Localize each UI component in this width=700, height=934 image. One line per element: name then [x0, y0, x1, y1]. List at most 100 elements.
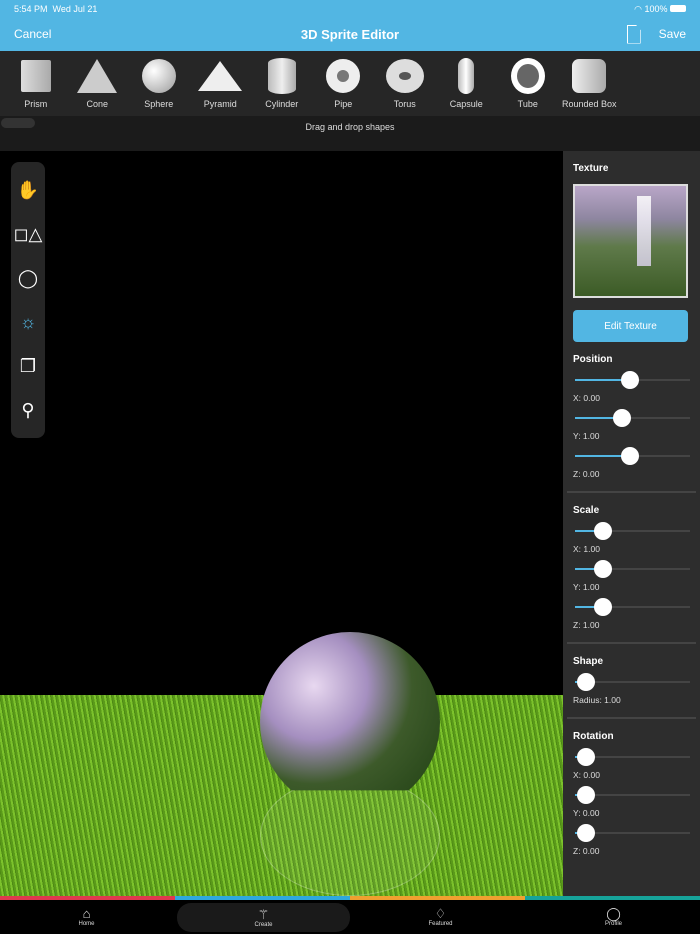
- position-z-value: Z: 0.00: [573, 469, 600, 479]
- rotation-title: Rotation: [573, 731, 614, 742]
- shape-pyramid[interactable]: Pyramid: [190, 51, 252, 116]
- scene-viewport[interactable]: [0, 151, 563, 896]
- position-y-slider[interactable]: [573, 407, 690, 429]
- tab-profile[interactable]: ◯ Profile: [527, 900, 700, 934]
- texture-title: Texture: [573, 163, 609, 174]
- tab-create[interactable]: ⚚ Create: [177, 903, 350, 932]
- shape-pipe[interactable]: Pipe: [313, 51, 375, 116]
- divider: [567, 642, 696, 644]
- shape-rounded-box[interactable]: Rounded Box: [559, 51, 621, 116]
- tab-label: Profile: [604, 921, 622, 927]
- position-title: Position: [573, 354, 613, 365]
- shape-label: Cylinder: [265, 99, 299, 109]
- shape-label: Rounded Box: [561, 99, 617, 109]
- hand-icon[interactable]: ✋: [17, 180, 39, 201]
- rotation-z-value: Z: 0.00: [573, 846, 600, 856]
- pick-icon[interactable]: ⚲: [21, 400, 34, 421]
- shape-cone[interactable]: Cone: [67, 51, 129, 116]
- radius-value: Radius: 1.00: [573, 695, 621, 705]
- slider-thumb[interactable]: [593, 598, 612, 616]
- position-x-slider[interactable]: [573, 369, 690, 391]
- cylinder-icon: [263, 57, 301, 95]
- shape-label: Prism: [24, 99, 48, 109]
- shape-label: Tube: [517, 99, 538, 109]
- rotation-y-slider[interactable]: [573, 784, 690, 806]
- nav-bar: Cancel 3D Sprite Editor Save: [0, 17, 700, 51]
- slider-thumb[interactable]: [612, 409, 631, 427]
- divider: [567, 717, 696, 719]
- shape-sphere[interactable]: Sphere: [128, 51, 190, 116]
- capsule-icon: [447, 57, 485, 95]
- scale-title: Scale: [573, 505, 600, 516]
- status-time: 5:54 PM: [14, 4, 48, 14]
- slider-thumb[interactable]: [621, 371, 640, 389]
- cancel-button[interactable]: Cancel: [14, 27, 51, 41]
- pyramid-icon: [198, 57, 243, 95]
- battery-level: 100%: [644, 4, 668, 14]
- tab-home[interactable]: ⌂ Home: [0, 900, 173, 934]
- profile-icon: ◯: [606, 906, 621, 921]
- position-y-value: Y: 1.00: [573, 431, 600, 441]
- shape-torus[interactable]: Torus: [374, 51, 436, 116]
- slider-thumb[interactable]: [577, 673, 596, 691]
- shapes-icon[interactable]: ◻△: [14, 224, 43, 245]
- rotation-x-slider[interactable]: [573, 746, 690, 768]
- shape-label: Sphere: [144, 99, 174, 109]
- slider-thumb[interactable]: [593, 560, 612, 578]
- shape-tube[interactable]: Tube: [497, 51, 559, 116]
- magic-wand-icon: ⚚: [257, 906, 270, 922]
- shape-title: Shape: [573, 656, 604, 667]
- shape-label: Torus: [393, 99, 416, 109]
- scale-z-slider[interactable]: [573, 596, 690, 618]
- diamond-icon: ♢: [434, 906, 447, 921]
- status-date: Wed Jul 21: [52, 4, 98, 14]
- tool-bar: ✋ ◻△ ◯ ☼ ❐ ⚲: [11, 162, 45, 438]
- shape-capsule[interactable]: Capsule: [436, 51, 498, 116]
- rotation-z-slider[interactable]: [573, 822, 690, 844]
- shape-label: Pipe: [334, 99, 353, 109]
- light-icon[interactable]: ☼: [20, 312, 37, 333]
- slider-thumb[interactable]: [577, 786, 596, 804]
- layers-icon[interactable]: ❐: [20, 356, 36, 377]
- slider-thumb[interactable]: [577, 824, 596, 842]
- scale-z-value: Z: 1.00: [573, 620, 600, 630]
- textured-sphere[interactable]: [260, 632, 440, 791]
- rotation-x-value: X: 0.00: [573, 770, 600, 780]
- divider: [567, 491, 696, 493]
- slider-thumb[interactable]: [593, 522, 612, 540]
- position-x-value: X: 0.00: [573, 393, 600, 403]
- shape-prism[interactable]: Prism: [5, 51, 67, 116]
- home-icon: ⌂: [82, 906, 91, 921]
- position-z-slider[interactable]: [573, 445, 690, 467]
- tab-featured[interactable]: ♢ Featured: [354, 900, 527, 934]
- drag-hint: Drag and drop shapes: [305, 122, 395, 132]
- wifi-icon: ◠: [634, 4, 642, 14]
- texture-thumbnail[interactable]: [573, 184, 688, 298]
- radius-slider[interactable]: [573, 671, 690, 693]
- document-icon[interactable]: [626, 24, 641, 44]
- tab-label: Home: [78, 921, 95, 927]
- edit-texture-button[interactable]: Edit Texture: [573, 310, 688, 342]
- drag-handle[interactable]: [1, 118, 35, 128]
- sphere-icon: [140, 57, 178, 95]
- scale-x-slider[interactable]: [573, 520, 690, 542]
- shape-label: Capsule: [449, 99, 483, 109]
- scale-y-slider[interactable]: [573, 558, 690, 580]
- slider-thumb[interactable]: [577, 748, 596, 766]
- pipe-icon: [324, 57, 362, 95]
- tab-bar: ⌂ Home ⚚ Create ♢ Featured ◯ Profile: [0, 900, 700, 934]
- tube-icon: [509, 57, 547, 95]
- cone-icon: [77, 57, 118, 95]
- rounded-box-icon: [570, 57, 608, 95]
- shape-label: Cone: [86, 99, 108, 109]
- shape-label: Pyramid: [203, 99, 237, 109]
- remove-shape-icon[interactable]: ◯: [18, 268, 38, 289]
- rotation-y-value: Y: 0.00: [573, 808, 600, 818]
- tab-label: Create: [254, 921, 273, 928]
- scale-x-value: X: 1.00: [573, 544, 600, 554]
- sphere-reflection: [260, 776, 440, 896]
- shape-cylinder[interactable]: Cylinder: [251, 51, 313, 116]
- shape-palette: Prism Cone Sphere Pyramid Cylinder Pipe Torus C…: [0, 51, 700, 116]
- save-button[interactable]: Save: [659, 27, 686, 41]
- slider-thumb[interactable]: [621, 447, 640, 465]
